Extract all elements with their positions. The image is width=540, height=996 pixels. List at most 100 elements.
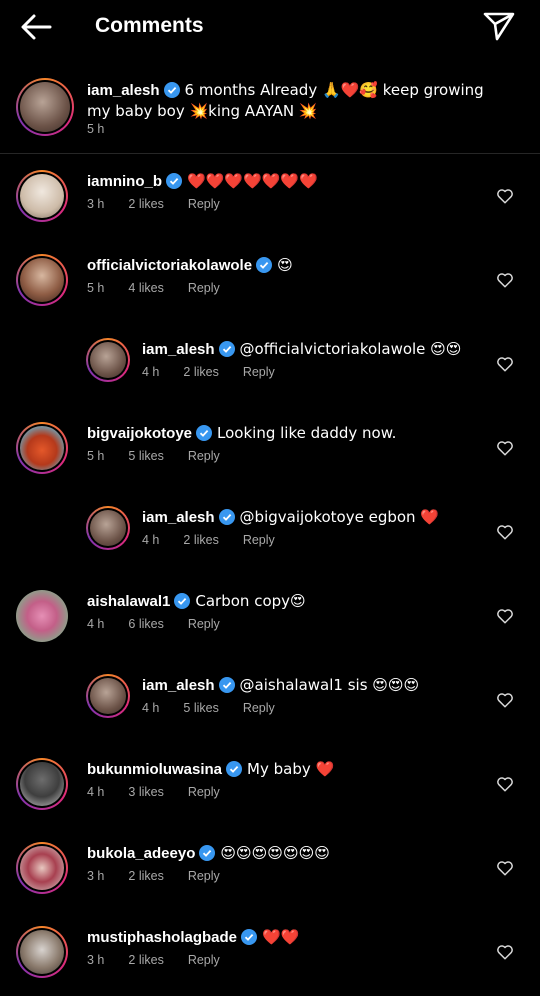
- send-icon[interactable]: [482, 10, 516, 42]
- reply-item: iam_alesh @officialvictoriakolawole 😍😍 4 …: [0, 338, 540, 408]
- heart-outline-icon[interactable]: [496, 439, 514, 457]
- comment-text: ❤️❤️❤️❤️❤️❤️❤️: [187, 172, 318, 190]
- timestamp: 3 h: [87, 197, 105, 211]
- username[interactable]: officialvictoriakolawole: [87, 257, 252, 274]
- comment-item: aishalawal1 Carbon copy😍 4 h 6 likes Reply: [0, 590, 540, 660]
- reply-item: iam_alesh @aishalawal1 sis 😍😍😍 4 h 5 likes…: [0, 674, 540, 744]
- reply-button[interactable]: Reply: [243, 533, 275, 547]
- timestamp: 4 h: [142, 533, 160, 547]
- avatar[interactable]: [16, 590, 68, 642]
- comment-text: ❤️❤️: [262, 928, 300, 946]
- avatar[interactable]: [16, 926, 68, 978]
- heart-outline-icon[interactable]: [496, 943, 514, 961]
- username[interactable]: iam_alesh: [142, 341, 215, 358]
- verified-badge-icon: [199, 845, 216, 861]
- avatar[interactable]: [86, 338, 130, 382]
- heart-outline-icon[interactable]: [496, 271, 514, 289]
- reply-button[interactable]: Reply: [188, 953, 220, 967]
- timestamp: 5 h: [87, 449, 105, 463]
- reply-button[interactable]: Reply: [188, 197, 220, 211]
- timestamp: 5 h: [87, 122, 105, 136]
- comment-text: @bigvaijokotoye egbon ❤️: [239, 508, 439, 526]
- heart-outline-icon[interactable]: [496, 355, 514, 373]
- reply-item: iam_alesh @bigvaijokotoye egbon ❤️ 4 h 2 l…: [0, 506, 540, 576]
- comment-text: 😍: [277, 256, 293, 274]
- heart-outline-icon[interactable]: [496, 775, 514, 793]
- avatar[interactable]: [16, 422, 68, 474]
- avatar[interactable]: [16, 78, 74, 136]
- timestamp: 4 h: [87, 617, 105, 631]
- verified-badge-icon: [166, 173, 183, 189]
- likes-count[interactable]: 6 likes: [128, 617, 163, 631]
- divider: [0, 153, 540, 154]
- reply-button[interactable]: Reply: [188, 785, 220, 799]
- back-arrow-icon[interactable]: [18, 10, 54, 44]
- avatar[interactable]: [86, 506, 130, 550]
- reply-button[interactable]: Reply: [188, 449, 220, 463]
- timestamp: 4 h: [142, 701, 160, 715]
- username[interactable]: iam_alesh: [87, 82, 160, 99]
- timestamp: 3 h: [87, 869, 105, 883]
- likes-count[interactable]: 4 likes: [128, 281, 163, 295]
- username[interactable]: iam_alesh: [142, 509, 215, 526]
- reply-button[interactable]: Reply: [243, 701, 275, 715]
- heart-outline-icon[interactable]: [496, 523, 514, 541]
- likes-count[interactable]: 2 likes: [183, 533, 218, 547]
- timestamp: 4 h: [142, 365, 160, 379]
- heart-outline-icon[interactable]: [496, 859, 514, 877]
- heart-outline-icon[interactable]: [496, 691, 514, 709]
- verified-badge-icon: [256, 257, 273, 273]
- page-title: Comments: [95, 14, 204, 37]
- header: Comments: [0, 0, 540, 54]
- likes-count[interactable]: 2 likes: [128, 953, 163, 967]
- verified-badge-icon: [163, 82, 180, 98]
- avatar[interactable]: [16, 170, 68, 222]
- comment-item: bukunmioluwasina My baby ❤️ 4 h 3 likes Rep…: [0, 758, 540, 828]
- username[interactable]: bukunmioluwasina: [87, 761, 222, 778]
- avatar[interactable]: [16, 758, 68, 810]
- username[interactable]: mustiphasholagbade: [87, 929, 237, 946]
- verified-badge-icon: [218, 677, 235, 693]
- reply-button[interactable]: Reply: [188, 869, 220, 883]
- verified-badge-icon: [218, 509, 235, 525]
- comment-text: My baby ❤️: [247, 760, 335, 778]
- comment-item: officialvictoriakolawole 😍 5 h 4 likes Repl…: [0, 254, 540, 324]
- avatar[interactable]: [16, 254, 68, 306]
- comment-text: 😍😍😍😍😍😍😍: [220, 844, 330, 862]
- likes-count[interactable]: 5 likes: [128, 449, 163, 463]
- comment-text: @aishalawal1 sis 😍😍😍: [239, 676, 420, 694]
- likes-count[interactable]: 2 likes: [128, 869, 163, 883]
- reply-button[interactable]: Reply: [243, 365, 275, 379]
- likes-count[interactable]: 2 likes: [183, 365, 218, 379]
- username[interactable]: iamnino_b: [87, 173, 162, 190]
- verified-badge-icon: [241, 929, 258, 945]
- verified-badge-icon: [218, 341, 235, 357]
- comment-item: bigvaijokotoye Looking like daddy now. 5 …: [0, 422, 540, 492]
- comment-text: Carbon copy😍: [195, 592, 306, 610]
- username[interactable]: aishalawal1: [87, 593, 170, 610]
- heart-outline-icon[interactable]: [496, 607, 514, 625]
- heart-outline-icon[interactable]: [496, 187, 514, 205]
- comment-text: Looking like daddy now.: [217, 424, 397, 442]
- comment-item: bukola_adeeyo 😍😍😍😍😍😍😍 3 h 2 likes Reply: [0, 842, 540, 912]
- likes-count[interactable]: 5 likes: [183, 701, 218, 715]
- timestamp: 5 h: [87, 281, 105, 295]
- likes-count[interactable]: 2 likes: [128, 197, 163, 211]
- avatar[interactable]: [16, 842, 68, 894]
- comment-item: iamnino_b ❤️❤️❤️❤️❤️❤️❤️ 3 h 2 likes Reply: [0, 170, 540, 240]
- reply-button[interactable]: Reply: [188, 281, 220, 295]
- timestamp: 4 h: [87, 785, 105, 799]
- avatar[interactable]: [86, 674, 130, 718]
- caption-text: iam_alesh 6 months Already 🙏❤️🥰 keep grow…: [87, 80, 507, 122]
- timestamp: 3 h: [87, 953, 105, 967]
- verified-badge-icon: [174, 593, 191, 609]
- comment-text: @officialvictoriakolawole 😍😍: [239, 340, 462, 358]
- verified-badge-icon: [196, 425, 213, 441]
- comment-item: mustiphasholagbade ❤️❤️ 3 h 2 likes Reply: [0, 926, 540, 996]
- verified-badge-icon: [226, 761, 243, 777]
- username[interactable]: iam_alesh: [142, 677, 215, 694]
- username[interactable]: bukola_adeeyo: [87, 845, 195, 862]
- likes-count[interactable]: 3 likes: [128, 785, 163, 799]
- reply-button[interactable]: Reply: [188, 617, 220, 631]
- username[interactable]: bigvaijokotoye: [87, 425, 192, 442]
